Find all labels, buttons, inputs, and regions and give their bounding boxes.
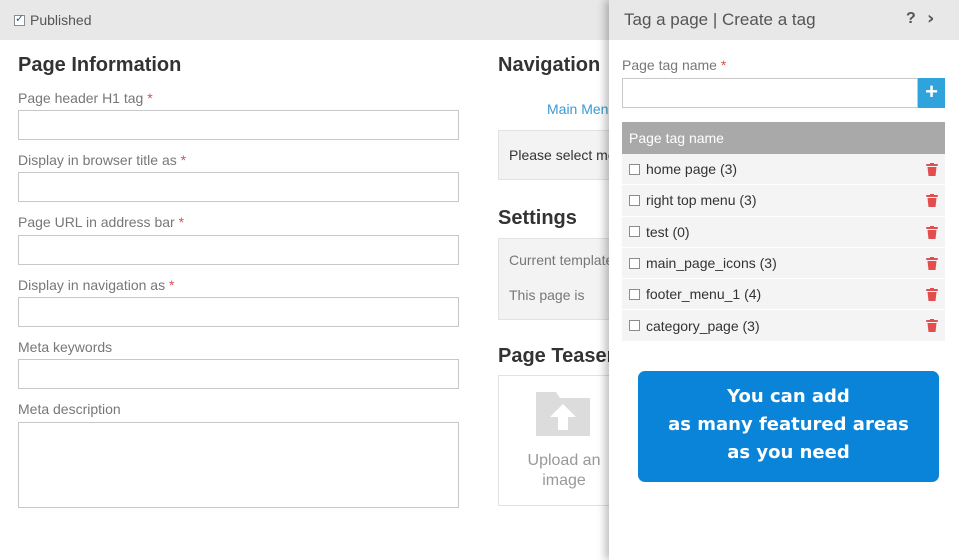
trash-icon[interactable]: [926, 163, 938, 176]
panel-header: Tag a page | Create a tag ? ›: [609, 0, 959, 40]
h1-input[interactable]: [18, 110, 459, 140]
main-menu-link[interactable]: Main Menu: [547, 101, 616, 117]
tag-checkbox[interactable]: [629, 163, 640, 175]
published-toggle[interactable]: Published: [14, 12, 92, 28]
tag-row: right top menu (3): [622, 185, 945, 217]
description-label: Meta description: [18, 401, 121, 417]
navigation-title: Navigation: [498, 54, 601, 76]
trash-icon[interactable]: [926, 225, 938, 239]
page-information-title: Page Information: [18, 54, 182, 76]
nav-input[interactable]: [18, 297, 459, 327]
tag-checkbox[interactable]: [629, 320, 640, 332]
tag-checkbox[interactable]: [629, 226, 640, 238]
tag-row: main_page_icons (3): [622, 247, 945, 280]
help-icon[interactable]: ?: [906, 10, 916, 28]
add-tag-button[interactable]: +: [918, 78, 945, 108]
panel-title: Tag a page | Create a tag: [624, 10, 816, 29]
chevron-right-icon[interactable]: ›: [927, 8, 934, 29]
tag-checkbox[interactable]: [629, 288, 640, 300]
nav-label: Display in navigation as *: [18, 277, 175, 293]
browser-title-label: Display in browser title as *: [18, 152, 187, 168]
tag-row: category_page (3): [622, 310, 945, 342]
template-label: Current template: [509, 252, 614, 268]
upload-folder-icon: [536, 392, 590, 436]
tag-name: right top menu (3): [646, 192, 757, 209]
keywords-input[interactable]: [18, 359, 459, 389]
featured-areas-callout: You can add as many featured areas as yo…: [638, 371, 939, 482]
tag-name: footer_menu_1 (4): [646, 286, 762, 303]
tag-checkbox[interactable]: [629, 194, 640, 206]
trash-icon[interactable]: [926, 288, 938, 302]
published-label: Published: [30, 12, 92, 28]
tag-row: test (0): [622, 216, 945, 248]
page-teaser-title: Page Teaser: [498, 345, 615, 367]
tag-row: home page (3): [622, 154, 945, 186]
h1-label: Page header H1 tag *: [18, 90, 153, 106]
trash-icon[interactable]: [926, 194, 938, 208]
tag-list: home page (3) right top menu (3) test (0…: [622, 154, 945, 342]
tag-row: footer_menu_1 (4): [622, 279, 945, 311]
tag-name: home page (3): [646, 161, 738, 178]
settings-title: Settings: [498, 207, 577, 229]
tag-name: category_page (3): [646, 317, 760, 334]
description-textarea[interactable]: [18, 422, 459, 508]
tag-name-label: Page tag name *: [622, 57, 727, 73]
tag-checkbox[interactable]: [629, 257, 640, 269]
keywords-label: Meta keywords: [18, 339, 113, 355]
tag-name-input[interactable]: [622, 78, 918, 108]
browser-title-input[interactable]: [18, 172, 459, 202]
url-input[interactable]: [18, 235, 459, 265]
tag-table-header: Page tag name: [622, 122, 945, 154]
published-checkbox[interactable]: [14, 12, 25, 26]
tag-name: test (0): [646, 223, 690, 240]
trash-icon[interactable]: [926, 319, 938, 333]
navigation-hint: Please select me: [509, 147, 616, 163]
trash-icon[interactable]: [926, 256, 938, 270]
tag-panel: Tag a page | Create a tag ? › Page tag n…: [609, 0, 959, 560]
page-is-label: This page is: [509, 287, 585, 303]
url-label: Page URL in address bar *: [18, 214, 185, 230]
tag-name: main_page_icons (3): [646, 255, 777, 272]
